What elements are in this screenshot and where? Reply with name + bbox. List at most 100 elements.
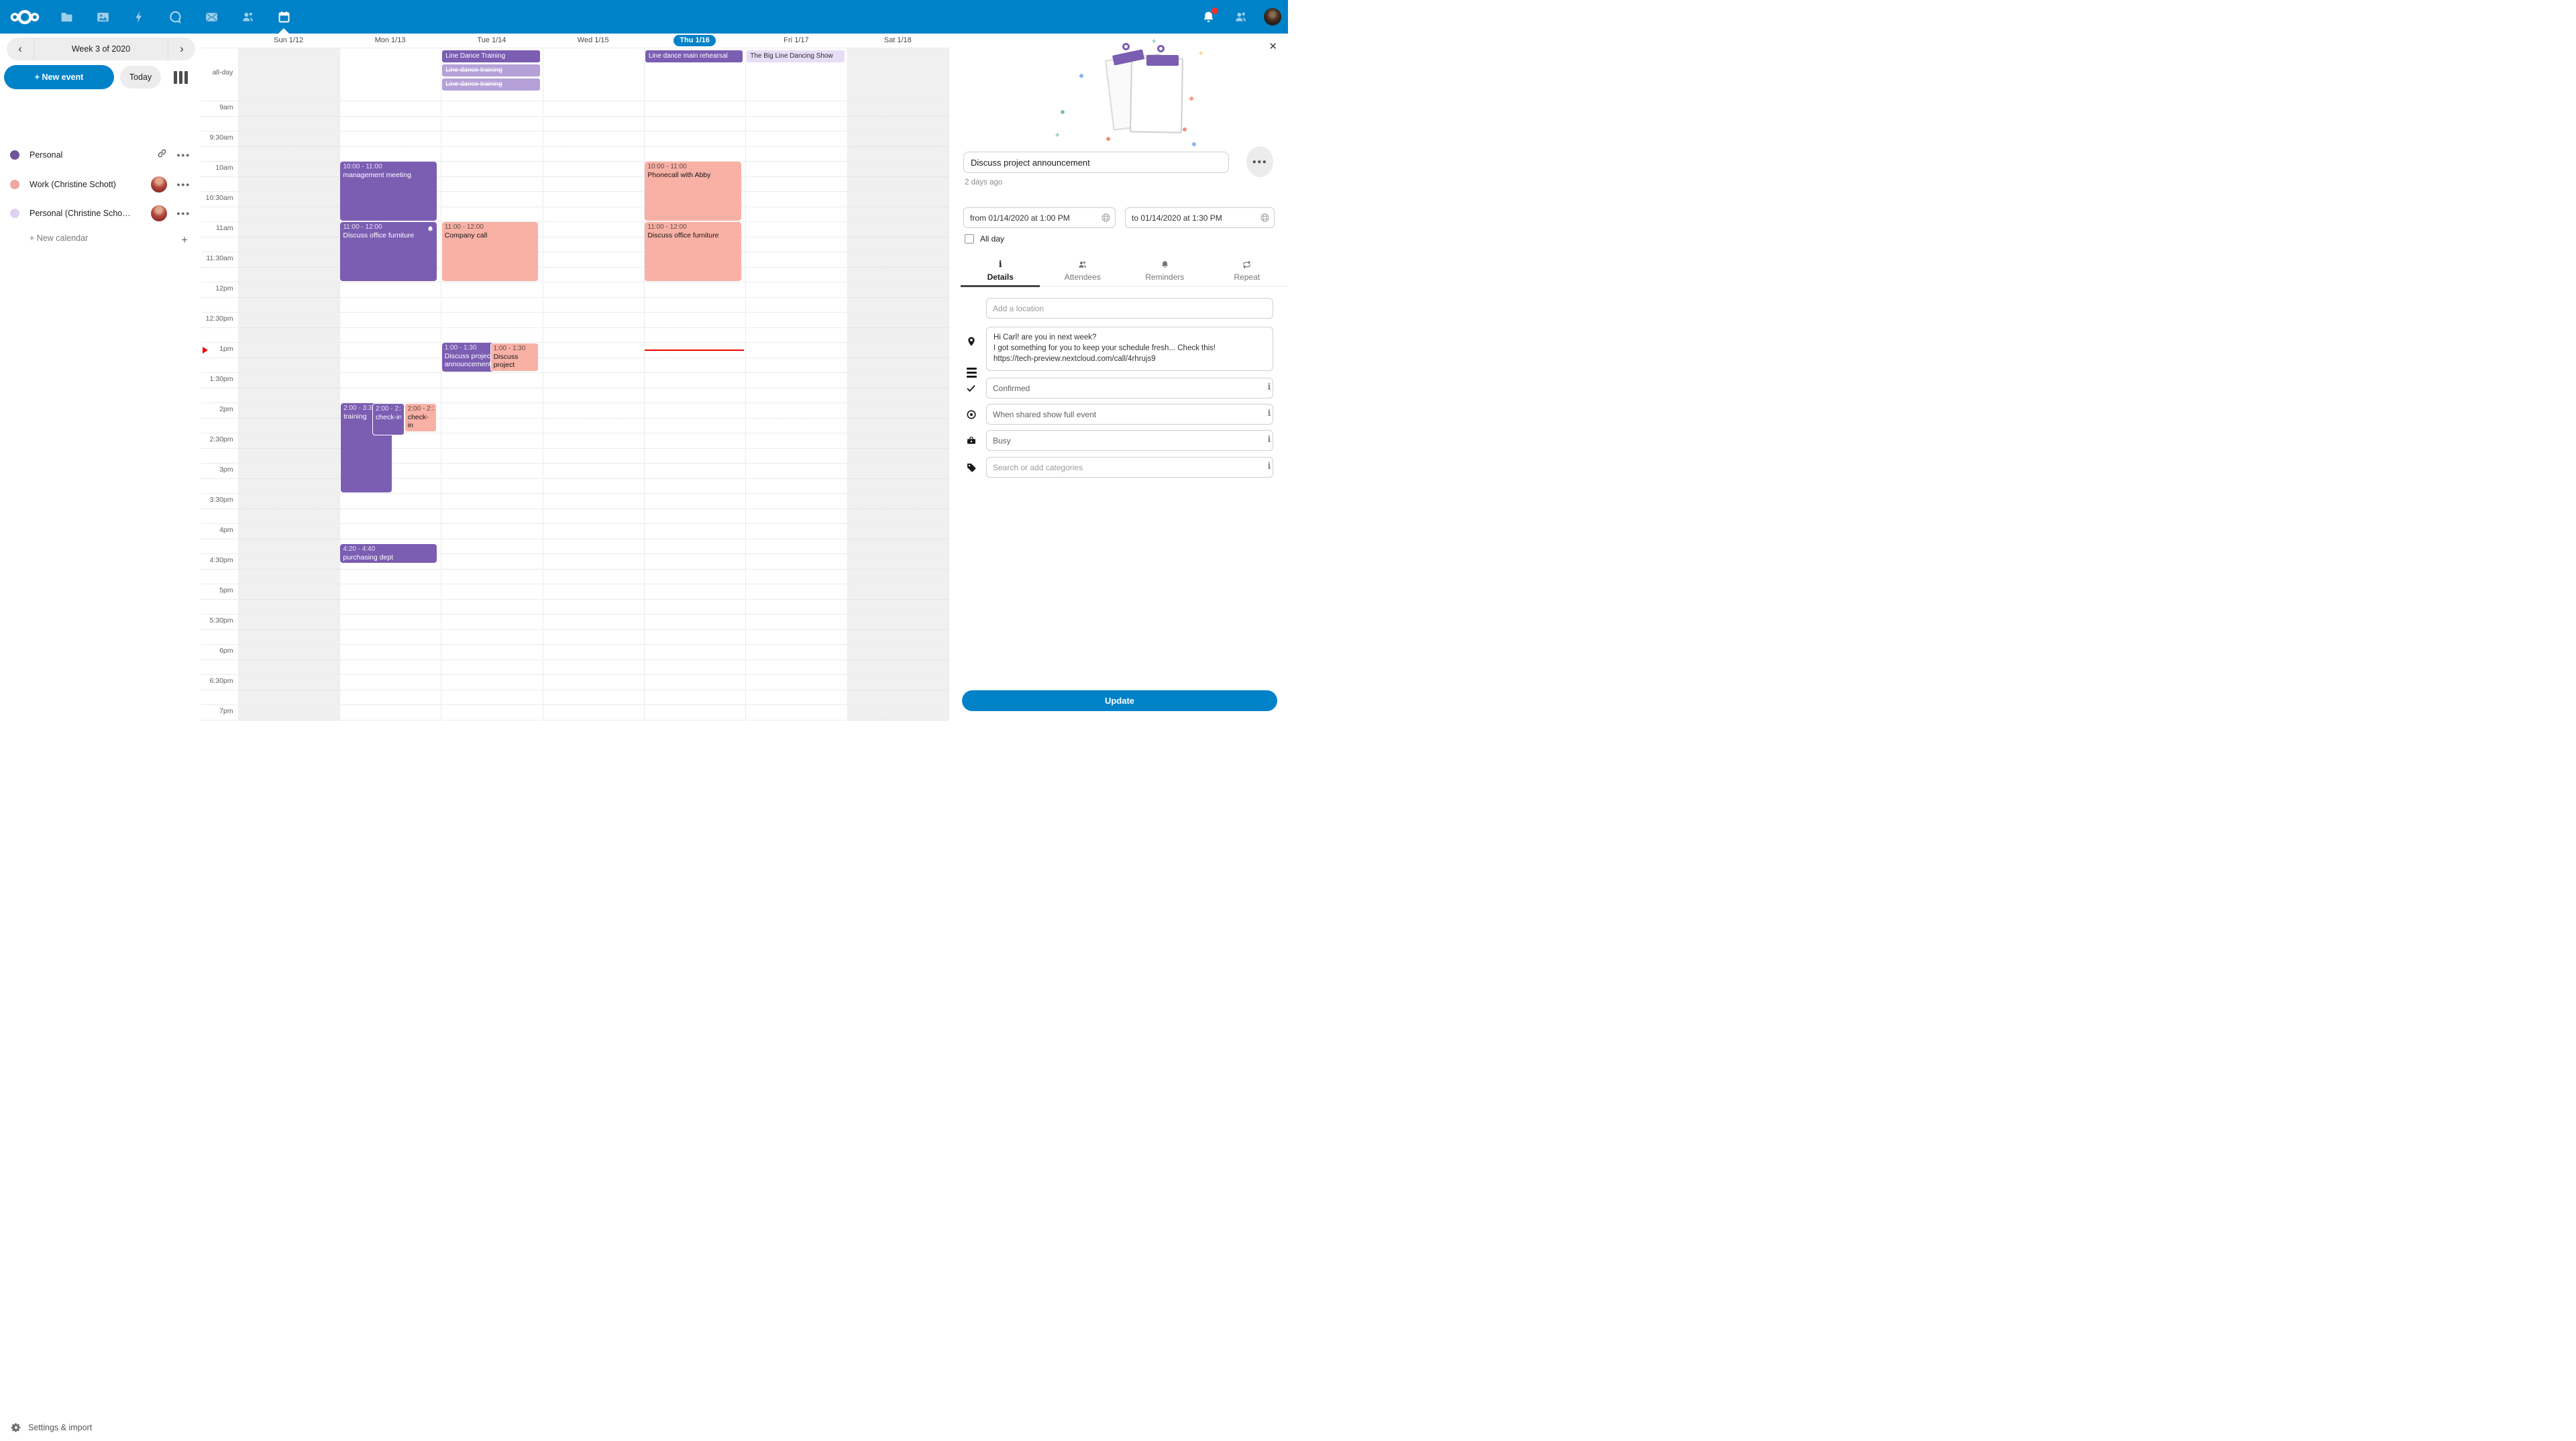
- settings-import-button[interactable]: Settings & import: [11, 1422, 92, 1433]
- description-icon: [967, 368, 977, 378]
- info-icon[interactable]: i: [1265, 462, 1274, 472]
- tab-repeat[interactable]: Repeat: [1206, 255, 1289, 286]
- grid-line: [201, 614, 949, 615]
- app-contacts-contacts-icon[interactable]: [237, 0, 258, 34]
- app-files-folder-icon[interactable]: [56, 0, 76, 34]
- close-icon[interactable]: ✕: [1269, 40, 1277, 52]
- time-axis-label: 11:30am: [201, 254, 233, 262]
- event-title: Company call: [445, 231, 536, 239]
- allday-event[interactable]: Line dance main rehearsal: [645, 50, 743, 62]
- contacts-menu-icon[interactable]: [1232, 8, 1249, 25]
- tab-reminders[interactable]: Reminders: [1124, 255, 1206, 286]
- plus-icon[interactable]: +: [181, 233, 188, 247]
- calendar-actions-menu[interactable]: ●●●: [176, 210, 191, 217]
- event-actions-menu-button[interactable]: ●●●: [1246, 146, 1273, 177]
- grid-line: [201, 463, 949, 464]
- calendar-actions-menu[interactable]: ●●●: [176, 152, 191, 158]
- start-datetime-field[interactable]: [963, 207, 1116, 228]
- info-icon[interactable]: i: [1265, 409, 1274, 419]
- app-navigation: [9, 0, 294, 34]
- app-calendar-calendar-icon[interactable]: [274, 0, 294, 34]
- share-link-icon[interactable]: [157, 148, 167, 162]
- allday-event[interactable]: Line Dance Training: [442, 50, 539, 62]
- week-label[interactable]: Week 3 of 2020: [34, 38, 168, 60]
- today-pill: Thu 1/16: [674, 35, 716, 46]
- event-card[interactable]: 10:00 - 11:00management meeting: [340, 162, 437, 221]
- time-axis-label: 2pm: [201, 405, 233, 413]
- today-button[interactable]: Today: [120, 66, 161, 89]
- grid-line: [201, 523, 949, 524]
- sidebar-item-personal-christine[interactable]: Personal (Christine Scho… ●●●: [0, 199, 201, 228]
- grid-dotted-line: [201, 297, 949, 298]
- user-avatar[interactable]: [1264, 8, 1281, 25]
- app-photos-photos-icon[interactable]: [93, 0, 113, 34]
- event-card[interactable]: 10:00 - 11:00Phonecall with Abby: [645, 162, 741, 221]
- status-select[interactable]: [986, 378, 1273, 398]
- checkbox-box[interactable]: [965, 234, 974, 244]
- time-axis-label: 3pm: [201, 466, 233, 474]
- column-divider: [745, 48, 746, 720]
- all-day-checkbox[interactable]: All day: [965, 234, 1004, 244]
- gear-icon: [11, 1422, 21, 1433]
- new-event-button[interactable]: + New event: [4, 65, 114, 89]
- grid-line: [201, 342, 949, 343]
- tab-details[interactable]: i Details: [959, 255, 1042, 286]
- tab-attendees[interactable]: Attendees: [1042, 255, 1124, 286]
- event-time: 11:00 - 12:00: [343, 223, 434, 231]
- event-card[interactable]: 1:00 - 1:30Discuss project announcement: [442, 343, 497, 372]
- active-tab-underline: [961, 285, 1040, 287]
- visibility-select[interactable]: [986, 404, 1273, 425]
- grid-line: [201, 191, 949, 192]
- view-toggle-button[interactable]: [174, 71, 188, 84]
- sidebar-item-work-christine[interactable]: Work (Christine Schott) ●●●: [0, 170, 201, 199]
- event-card[interactable]: 2:00 - 2:35check-in: [372, 403, 405, 435]
- next-week-button[interactable]: ›: [168, 38, 195, 60]
- event-title: Discuss project: [494, 353, 536, 370]
- end-datetime-field[interactable]: [1125, 207, 1275, 228]
- event-time: 11:00 - 12:00: [445, 223, 536, 231]
- app-activity-lightning-icon[interactable]: [129, 0, 149, 34]
- event-title: check-in: [376, 413, 401, 421]
- event-card[interactable]: 11:00 - 12:00Company call: [442, 222, 539, 281]
- time-axis-label: 6pm: [201, 647, 233, 655]
- event-card[interactable]: 11:00 - 12:00Discuss office furniture: [340, 222, 437, 281]
- app-mail-mail-icon[interactable]: [201, 0, 221, 34]
- allday-event[interactable]: The Big Line Dancing Show: [747, 50, 844, 62]
- weekend-shading: [238, 48, 339, 720]
- app-talk-talk-icon[interactable]: [165, 0, 185, 34]
- new-calendar-button[interactable]: + New calendar: [30, 233, 88, 243]
- attendees-icon: [1077, 260, 1087, 270]
- notifications-bell-icon[interactable]: [1199, 8, 1217, 25]
- event-card[interactable]: 11:00 - 12:00Discuss office furniture: [645, 222, 741, 281]
- column-divider: [847, 48, 848, 720]
- calendar-color-dot: [10, 180, 19, 189]
- event-title-input[interactable]: [963, 152, 1229, 173]
- info-icon[interactable]: i: [1265, 382, 1274, 392]
- nextcloud-logo[interactable]: [9, 7, 40, 27]
- event-card[interactable]: 4:20 - 4:40purchasing dept: [340, 544, 437, 563]
- location-input[interactable]: [986, 298, 1273, 319]
- info-icon[interactable]: i: [1265, 435, 1274, 445]
- sidebar-item-personal[interactable]: Personal ●●●: [0, 140, 201, 170]
- calendar-actions-menu[interactable]: ●●●: [176, 181, 191, 188]
- day-header: Sun 1/12: [238, 34, 339, 48]
- allday-event[interactable]: Line dance training: [442, 78, 539, 91]
- time-axis-label: 5pm: [201, 586, 233, 594]
- time-axis-label: 4:30pm: [201, 556, 233, 564]
- all-day-row-label: all-day: [201, 68, 233, 76]
- busy-select[interactable]: [986, 430, 1273, 451]
- calendar-label: Personal: [30, 150, 154, 160]
- grid-dotted-line: [201, 116, 949, 117]
- update-button[interactable]: Update: [962, 690, 1277, 711]
- editor-tabs: i Details Attendees Reminders Repeat: [959, 255, 1288, 286]
- description-textarea[interactable]: Hi Carl! are you in next week? I got som…: [986, 327, 1273, 371]
- event-card[interactable]: 2:00 - 2:30check-in: [405, 403, 437, 432]
- categories-input[interactable]: [986, 457, 1273, 478]
- event-card[interactable]: 1:00 - 1:30Discuss project: [490, 343, 539, 372]
- calendar-owner-avatar: [151, 176, 167, 193]
- allday-event[interactable]: Line dance training: [442, 64, 539, 76]
- event-title: purchasing dept: [343, 553, 434, 562]
- previous-week-button[interactable]: ‹: [7, 38, 34, 60]
- time-axis-label: 12:30pm: [201, 315, 233, 323]
- time-axis-label: 7pm: [201, 707, 233, 715]
